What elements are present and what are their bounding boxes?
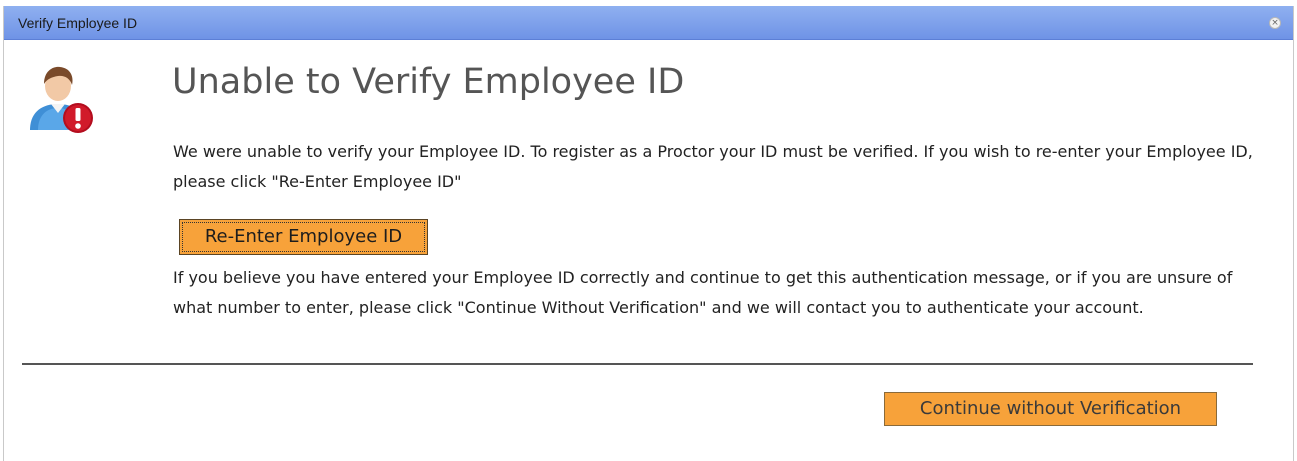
dialog-title: Verify Employee ID xyxy=(18,15,138,31)
divider xyxy=(22,363,1253,365)
verification-failed-message: We were unable to verify your Employee I… xyxy=(173,142,1253,191)
verify-employee-dialog: Verify Employee ID × Unable to Verify Em… xyxy=(3,6,1294,461)
user-error-icon xyxy=(30,66,93,133)
help-message: If you believe you have entered your Emp… xyxy=(173,268,1233,317)
close-icon[interactable]: × xyxy=(1269,17,1281,29)
dialog-titlebar: Verify Employee ID × xyxy=(4,6,1293,40)
continue-without-verification-button[interactable]: Continue without Verification xyxy=(884,392,1217,426)
page-title: Unable to Verify Employee ID xyxy=(172,62,685,102)
re-enter-employee-id-button[interactable]: Re-Enter Employee ID xyxy=(179,219,428,255)
